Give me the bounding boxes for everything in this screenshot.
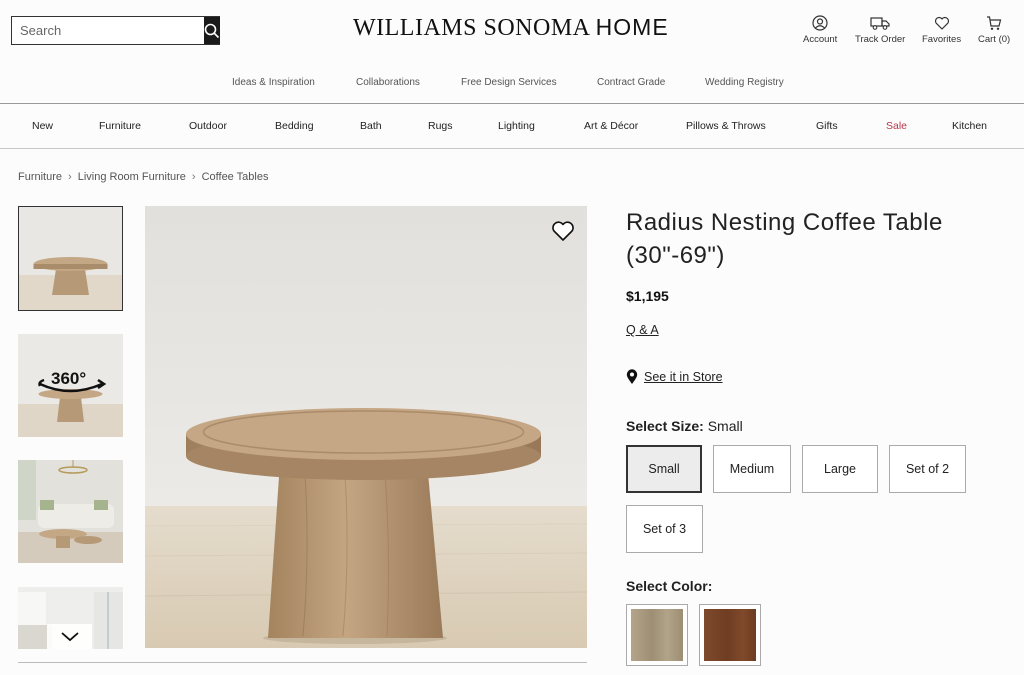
favorites-label: Favorites <box>922 34 962 45</box>
brand-logo[interactable]: WILLIAMS SONOMA HOME <box>353 14 669 42</box>
size-label: Select Size: Small <box>626 418 743 434</box>
track-order-label: Track Order <box>855 34 906 45</box>
heart-icon <box>552 221 574 241</box>
product-price: $1,195 <box>626 288 669 304</box>
track-order-link[interactable]: Track Order <box>855 15 905 45</box>
size-option-large[interactable]: Large <box>802 445 878 493</box>
see-in-store-label: See it in Store <box>644 370 723 384</box>
size-option-small[interactable]: Small <box>626 445 702 493</box>
nav-bedding[interactable]: Bedding <box>275 120 314 132</box>
nav-art-decor[interactable]: Art & Décor <box>584 120 638 132</box>
search-button[interactable] <box>204 17 220 44</box>
product-hero-image[interactable] <box>145 206 587 648</box>
gallery-divider <box>18 662 587 663</box>
logo-main: WILLIAMS SONOMA <box>353 15 590 41</box>
user-icon <box>812 15 828 31</box>
thumbnail-scroll-button[interactable] <box>47 624 92 649</box>
breadcrumb-separator: › <box>191 171 196 183</box>
breadcrumb-separator: › <box>68 171 72 183</box>
location-pin-icon <box>626 369 638 384</box>
nav-outdoor[interactable]: Outdoor <box>189 120 227 132</box>
nav-bath[interactable]: Bath <box>360 120 382 132</box>
thumbnail-table-image <box>19 207 122 310</box>
secondary-nav-collaborations[interactable]: Collaborations <box>356 77 420 88</box>
see-in-store-link[interactable]: See it in Store <box>626 369 723 385</box>
color-swatch-natural-fill <box>631 609 683 661</box>
thumbnail-window[interactable] <box>18 587 123 649</box>
color-swatch-walnut-fill <box>704 609 756 661</box>
heart-icon <box>934 16 949 30</box>
color-swatch-walnut[interactable] <box>699 604 761 666</box>
secondary-nav-design-services[interactable]: Free Design Services <box>461 77 557 88</box>
nav-new[interactable]: New <box>32 120 53 132</box>
thumbnail-room-image <box>18 460 123 563</box>
search-icon <box>204 23 220 38</box>
size-option-medium[interactable]: Medium <box>713 445 791 493</box>
color-label: Select Color: <box>626 578 713 594</box>
main-nav: New Furniture Outdoor Bedding Bath Rugs … <box>0 103 1024 149</box>
secondary-nav-contract-grade[interactable]: Contract Grade <box>597 77 665 88</box>
cart-link[interactable]: Cart (0) <box>978 15 1010 45</box>
nav-sale[interactable]: Sale <box>886 120 907 132</box>
nav-rugs[interactable]: Rugs <box>428 120 453 132</box>
product-title: Radius Nesting Coffee Table (30"-69") <box>626 209 943 269</box>
color-swatch-natural[interactable] <box>626 604 688 666</box>
breadcrumb-furniture[interactable]: Furniture <box>18 171 62 183</box>
account-label: Account <box>803 34 838 45</box>
account-link[interactable]: Account <box>803 15 837 45</box>
size-label-heading: Select Size: <box>626 418 704 434</box>
secondary-nav-ideas[interactable]: Ideas & Inspiration <box>232 77 315 88</box>
size-option-set-of-3[interactable]: Set of 3 <box>626 505 703 553</box>
nav-lighting[interactable]: Lighting <box>498 120 535 132</box>
nav-furniture[interactable]: Furniture <box>99 120 141 132</box>
nav-pillows-throws[interactable]: Pillows & Throws <box>686 120 766 132</box>
nav-gifts[interactable]: Gifts <box>816 120 838 132</box>
truck-icon <box>870 17 890 30</box>
breadcrumb: Furniture › Living Room Furniture › Coffee T… <box>18 171 268 183</box>
size-selected-value: Small <box>707 418 743 434</box>
search-box <box>11 16 220 45</box>
favorite-button[interactable] <box>551 220 575 247</box>
breadcrumb-coffee-tables[interactable]: Coffee Tables <box>202 171 269 183</box>
logo-sub: HOME <box>595 14 669 40</box>
cart-label: Cart (0) <box>978 34 1011 45</box>
thumbnail-room[interactable] <box>18 460 123 563</box>
nav-kitchen[interactable]: Kitchen <box>952 120 987 132</box>
thumbnail-1[interactable] <box>18 206 123 311</box>
cart-icon <box>987 16 1002 30</box>
thumbnail-360[interactable]: 360° <box>18 334 123 437</box>
favorites-link[interactable]: Favorites <box>922 15 961 45</box>
secondary-nav-wedding-registry[interactable]: Wedding Registry <box>705 77 784 88</box>
qa-link[interactable]: Q & A <box>626 323 659 337</box>
breadcrumb-living-room[interactable]: Living Room Furniture <box>78 171 186 183</box>
thumbnail-360-label: 360° <box>51 369 87 388</box>
search-input[interactable] <box>12 17 204 44</box>
coffee-table-image <box>145 206 587 648</box>
chevron-down-icon <box>60 631 79 641</box>
size-option-set-of-2[interactable]: Set of 2 <box>889 445 966 493</box>
